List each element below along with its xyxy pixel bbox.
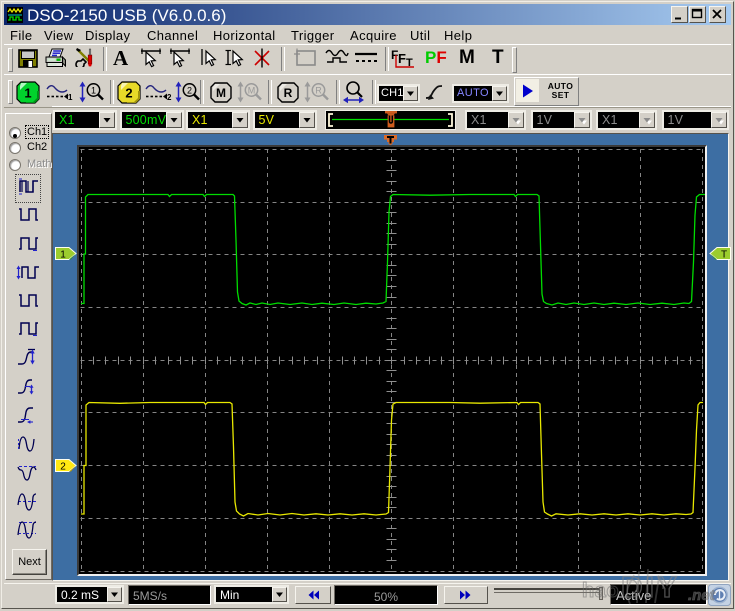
svg-text:M: M (248, 86, 256, 96)
svg-text:1: 1 (24, 86, 31, 101)
svg-text:2: 2 (125, 86, 132, 101)
svg-text:R: R (315, 86, 322, 96)
svg-text:M: M (216, 86, 226, 100)
svg-text:1: 1 (60, 250, 66, 261)
svg-text:2: 2 (167, 93, 172, 102)
svg-text:R: R (284, 86, 293, 100)
svg-text:2: 2 (60, 462, 66, 473)
svg-text:T: T (721, 250, 727, 261)
svg-text:F: F (398, 51, 406, 66)
svg-text:1: 1 (68, 93, 73, 102)
svg-text:1: 1 (91, 86, 96, 96)
svg-text:2: 2 (187, 86, 192, 96)
